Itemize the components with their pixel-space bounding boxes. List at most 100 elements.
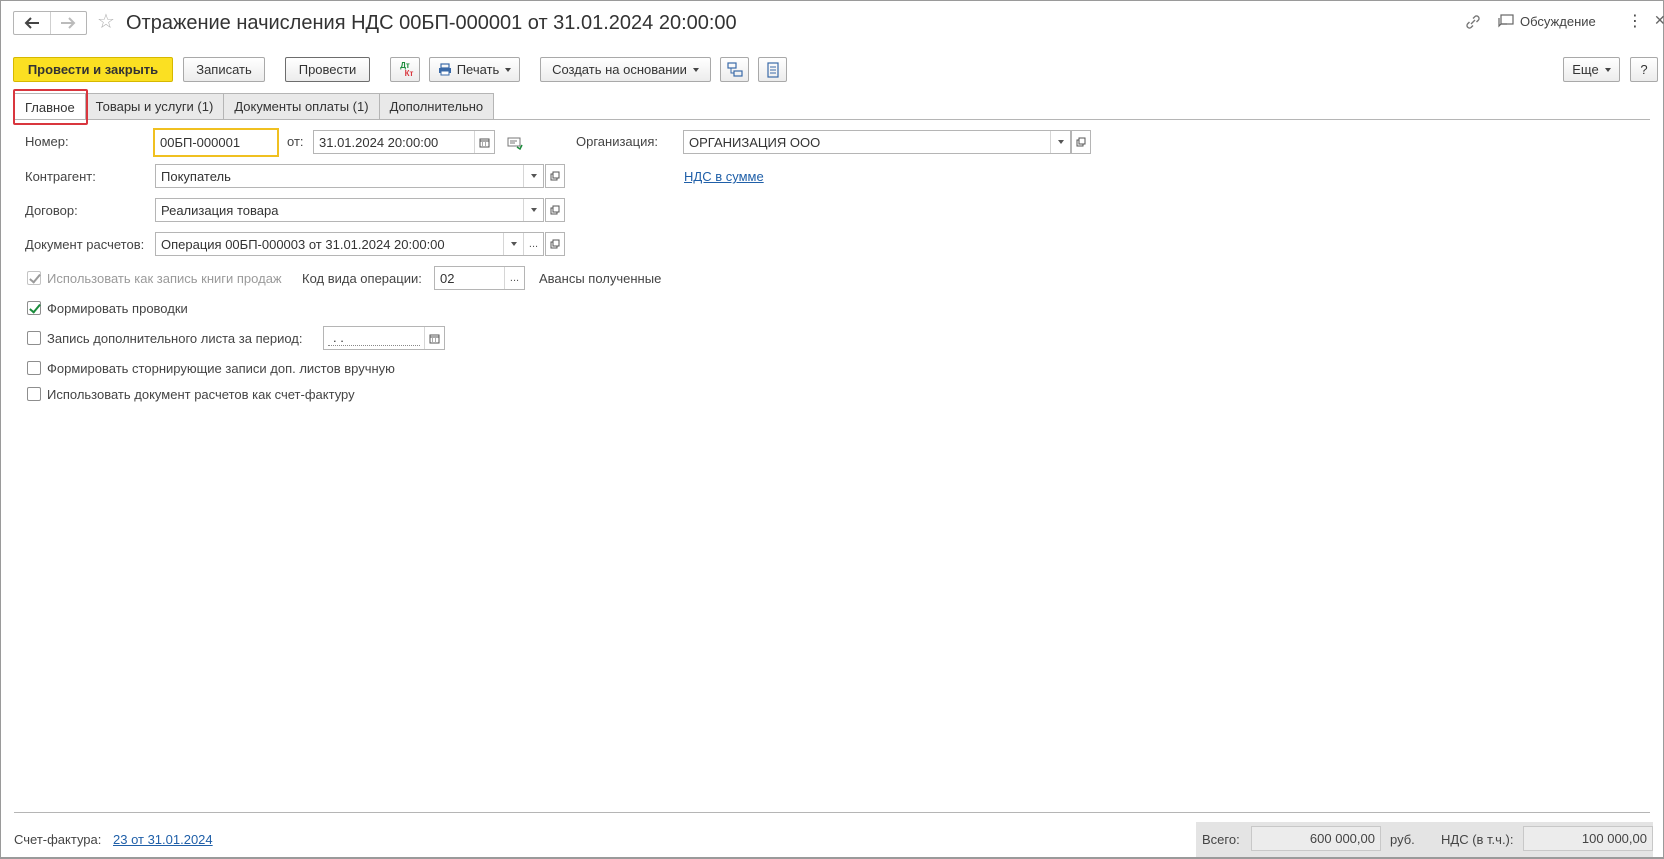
link-icon[interactable] <box>1464 13 1482 31</box>
number-field[interactable]: 00БП-000001 <box>153 128 279 157</box>
vat-in-amount-link[interactable]: НДС в сумме <box>684 169 764 184</box>
vat-total-field: 100 000,00 <box>1523 826 1653 851</box>
arrow-right-icon <box>61 17 76 29</box>
comment-icon[interactable] <box>507 137 523 153</box>
date-field[interactable]: 31.01.2024 20:00:00 <box>313 130 495 154</box>
date-label: от: <box>287 134 304 149</box>
settlement-doc-field[interactable]: Операция 00БП-000003 от 31.01.2024 20:00… <box>155 232 544 256</box>
open-icon <box>550 239 560 249</box>
use-as-sales-book-checkbox[interactable] <box>27 271 41 285</box>
discussion-icon <box>1498 14 1514 28</box>
settlement-doc-label: Документ расчетов: <box>25 237 145 252</box>
date-value: 31.01.2024 20:00:00 <box>319 134 439 150</box>
more-button[interactable]: Еще <box>1563 57 1620 82</box>
additional-sheet-label: Запись дополнительного листа за период: <box>47 331 303 346</box>
make-entries-checkbox[interactable] <box>27 301 41 315</box>
window-title: Отражение начисления НДС 00БП-000001 от … <box>126 12 737 34</box>
post-button[interactable]: Провести <box>285 57 370 82</box>
total-field: 600 000,00 <box>1251 826 1381 851</box>
additional-sheet-period-value: . . <box>328 330 420 346</box>
chevron-down-icon[interactable] <box>1050 131 1070 153</box>
dt-kt-button[interactable]: Дт Кт <box>390 57 420 82</box>
structure-icon <box>726 61 743 77</box>
tab-goods-services[interactable]: Товары и услуги (1) <box>84 93 225 119</box>
select-button[interactable]: ... <box>523 233 543 255</box>
use-as-sales-book-label: Использовать как запись книги продаж <box>47 271 282 286</box>
chevron-down-icon[interactable] <box>523 165 543 187</box>
settlement-doc-value: Операция 00БП-000003 от 31.01.2024 20:00… <box>161 236 445 252</box>
chevron-down-icon <box>1604 67 1611 72</box>
chevron-down-icon <box>692 67 699 72</box>
structure-button[interactable] <box>720 57 749 82</box>
number-value: 00БП-000001 <box>160 135 241 150</box>
invoice-link[interactable]: 23 от 31.01.2024 <box>113 832 213 847</box>
favorite-star-icon[interactable]: ☆ <box>97 11 115 33</box>
tab-highlight-frame <box>13 89 88 125</box>
open-contract-button[interactable] <box>545 198 565 222</box>
op-code-value: 02 <box>440 270 455 286</box>
post-and-close-button[interactable]: Провести и закрыть <box>13 57 173 82</box>
more-actions-icon[interactable]: ⋮ <box>1627 11 1643 31</box>
additional-sheet-period-field[interactable]: . . <box>323 326 445 350</box>
chevron-down-icon[interactable] <box>523 199 543 221</box>
counterparty-field[interactable]: Покупатель <box>155 164 544 188</box>
printer-icon <box>438 63 451 76</box>
organization-label: Организация: <box>576 134 659 149</box>
calendar-icon[interactable] <box>474 131 494 153</box>
open-icon <box>550 205 560 215</box>
report-button[interactable] <box>758 57 787 82</box>
use-settlement-as-invoice-checkbox[interactable] <box>27 387 41 401</box>
counterparty-value: Покупатель <box>161 168 231 184</box>
open-icon <box>1076 137 1086 147</box>
navigation-buttons <box>13 11 87 35</box>
counterparty-label: Контрагент: <box>25 169 96 184</box>
open-icon <box>550 171 560 181</box>
op-code-description: Авансы полученные <box>539 271 662 286</box>
use-settlement-as-invoice-label: Использовать документ расчетов как счет-… <box>47 387 355 402</box>
tab-additional[interactable]: Дополнительно <box>378 93 495 119</box>
op-code-label: Код вида операции: <box>302 271 422 286</box>
total-label: Всего: <box>1202 832 1240 847</box>
make-entries-label: Формировать проводки <box>47 301 188 316</box>
save-button[interactable]: Записать <box>183 57 265 82</box>
additional-sheet-checkbox[interactable] <box>27 331 41 345</box>
kt-label: Кт <box>404 68 414 78</box>
calendar-icon[interactable] <box>424 327 444 349</box>
open-settlement-doc-button[interactable] <box>545 232 565 256</box>
storno-label: Формировать сторнирующие записи доп. лис… <box>47 361 395 376</box>
select-button[interactable]: ... <box>504 267 524 289</box>
contract-field[interactable]: Реализация товара <box>155 198 544 222</box>
more-label: Еще <box>1572 62 1599 77</box>
forward-button[interactable] <box>49 12 86 34</box>
op-code-field[interactable]: 02 ... <box>434 266 525 290</box>
organization-value: ОРГАНИЗАЦИЯ ООО <box>689 134 821 150</box>
arrow-left-icon <box>24 17 39 29</box>
print-button[interactable]: Печать <box>429 57 520 82</box>
create-based-label: Создать на основании <box>552 62 687 77</box>
footer-divider <box>14 812 1650 813</box>
close-icon[interactable]: ✕ <box>1654 12 1664 29</box>
contract-label: Договор: <box>25 203 78 218</box>
storno-checkbox[interactable] <box>27 361 41 375</box>
tab-divider <box>14 119 1650 120</box>
document-list-icon <box>766 61 779 78</box>
invoice-label: Счет-фактура: <box>14 832 102 847</box>
vat-total-label: НДС (в т.ч.): <box>1441 832 1514 847</box>
help-button[interactable]: ? <box>1630 57 1658 82</box>
print-label: Печать <box>456 62 500 77</box>
discussion-label: Обсуждение <box>1520 13 1596 29</box>
number-label: Номер: <box>25 134 69 149</box>
tab-payment-documents[interactable]: Документы оплаты (1) <box>223 93 380 119</box>
open-organization-button[interactable] <box>1071 130 1091 154</box>
organization-field[interactable]: ОРГАНИЗАЦИЯ ООО <box>683 130 1071 154</box>
chevron-down-icon[interactable] <box>503 233 523 255</box>
open-counterparty-button[interactable] <box>545 164 565 188</box>
contract-value: Реализация товара <box>161 202 279 218</box>
back-button[interactable] <box>14 12 50 34</box>
discussion-button[interactable]: Обсуждение <box>1497 13 1596 29</box>
chevron-down-icon <box>505 67 512 72</box>
vat-total-value: 100 000,00 <box>1581 831 1647 846</box>
create-based-on-button[interactable]: Создать на основании <box>540 57 711 82</box>
currency-label: руб. <box>1390 832 1415 847</box>
total-value: 600 000,00 <box>1309 831 1375 846</box>
